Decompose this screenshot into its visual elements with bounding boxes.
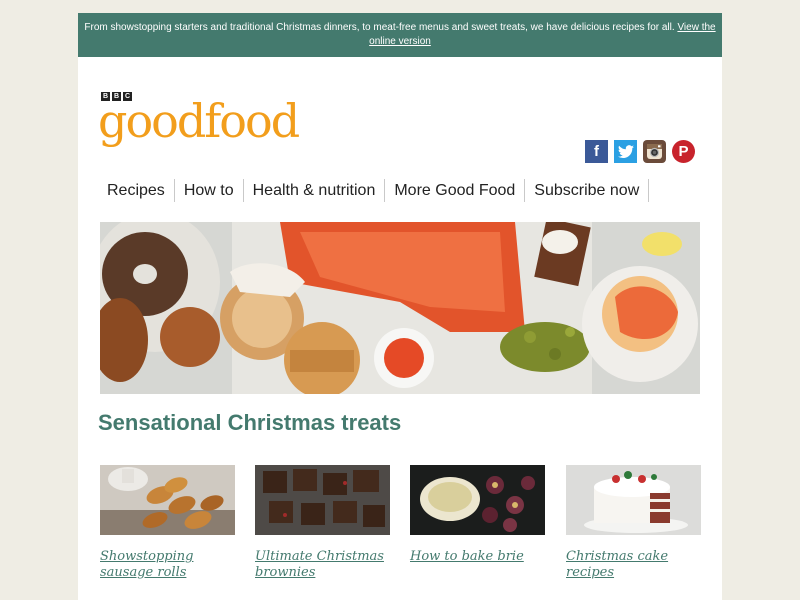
- goodfood-logo[interactable]: BBC goodfood: [98, 92, 300, 148]
- top-banner: From showstopping starters and tradition…: [78, 13, 722, 57]
- email-body: BBC goodfood f P Recipes How to Health &…: [78, 57, 722, 600]
- recipe-link[interactable]: Showstopping sausage rolls: [100, 549, 235, 581]
- twitter-icon[interactable]: [614, 140, 637, 163]
- main-nav: Recipes How to Health & nutrition More G…: [100, 179, 650, 202]
- brie-image[interactable]: [410, 465, 545, 535]
- nav-health-nutrition[interactable]: Health & nutrition: [244, 179, 386, 202]
- pinterest-icon[interactable]: P: [672, 140, 695, 163]
- nav-subscribe-now[interactable]: Subscribe now: [525, 179, 650, 202]
- logo-wordmark: goodfood: [98, 94, 300, 148]
- christmas-cake-image[interactable]: [566, 465, 701, 535]
- recipe-card: Christmas cake recipes: [566, 465, 701, 581]
- recipe-link[interactable]: How to bake brie: [410, 549, 545, 565]
- social-links: f P: [585, 140, 695, 163]
- hero-image[interactable]: [100, 222, 700, 394]
- banner-text: From showstopping starters and tradition…: [84, 22, 675, 33]
- recipe-link[interactable]: Christmas cake recipes: [566, 549, 701, 581]
- nav-recipes[interactable]: Recipes: [100, 179, 175, 202]
- nav-how-to[interactable]: How to: [175, 179, 244, 202]
- brownies-image[interactable]: [255, 465, 390, 535]
- recipe-link[interactable]: Ultimate Christmas brownies: [255, 549, 390, 581]
- recipe-card: How to bake brie: [410, 465, 545, 565]
- sausage-rolls-image[interactable]: [100, 465, 235, 535]
- instagram-icon[interactable]: [643, 140, 666, 163]
- recipe-card: Ultimate Christmas brownies: [255, 465, 390, 581]
- recipe-card: Showstopping sausage rolls: [100, 465, 235, 581]
- section-title: Sensational Christmas treats: [98, 410, 402, 435]
- nav-more-good-food[interactable]: More Good Food: [385, 179, 526, 202]
- facebook-icon[interactable]: f: [585, 140, 608, 163]
